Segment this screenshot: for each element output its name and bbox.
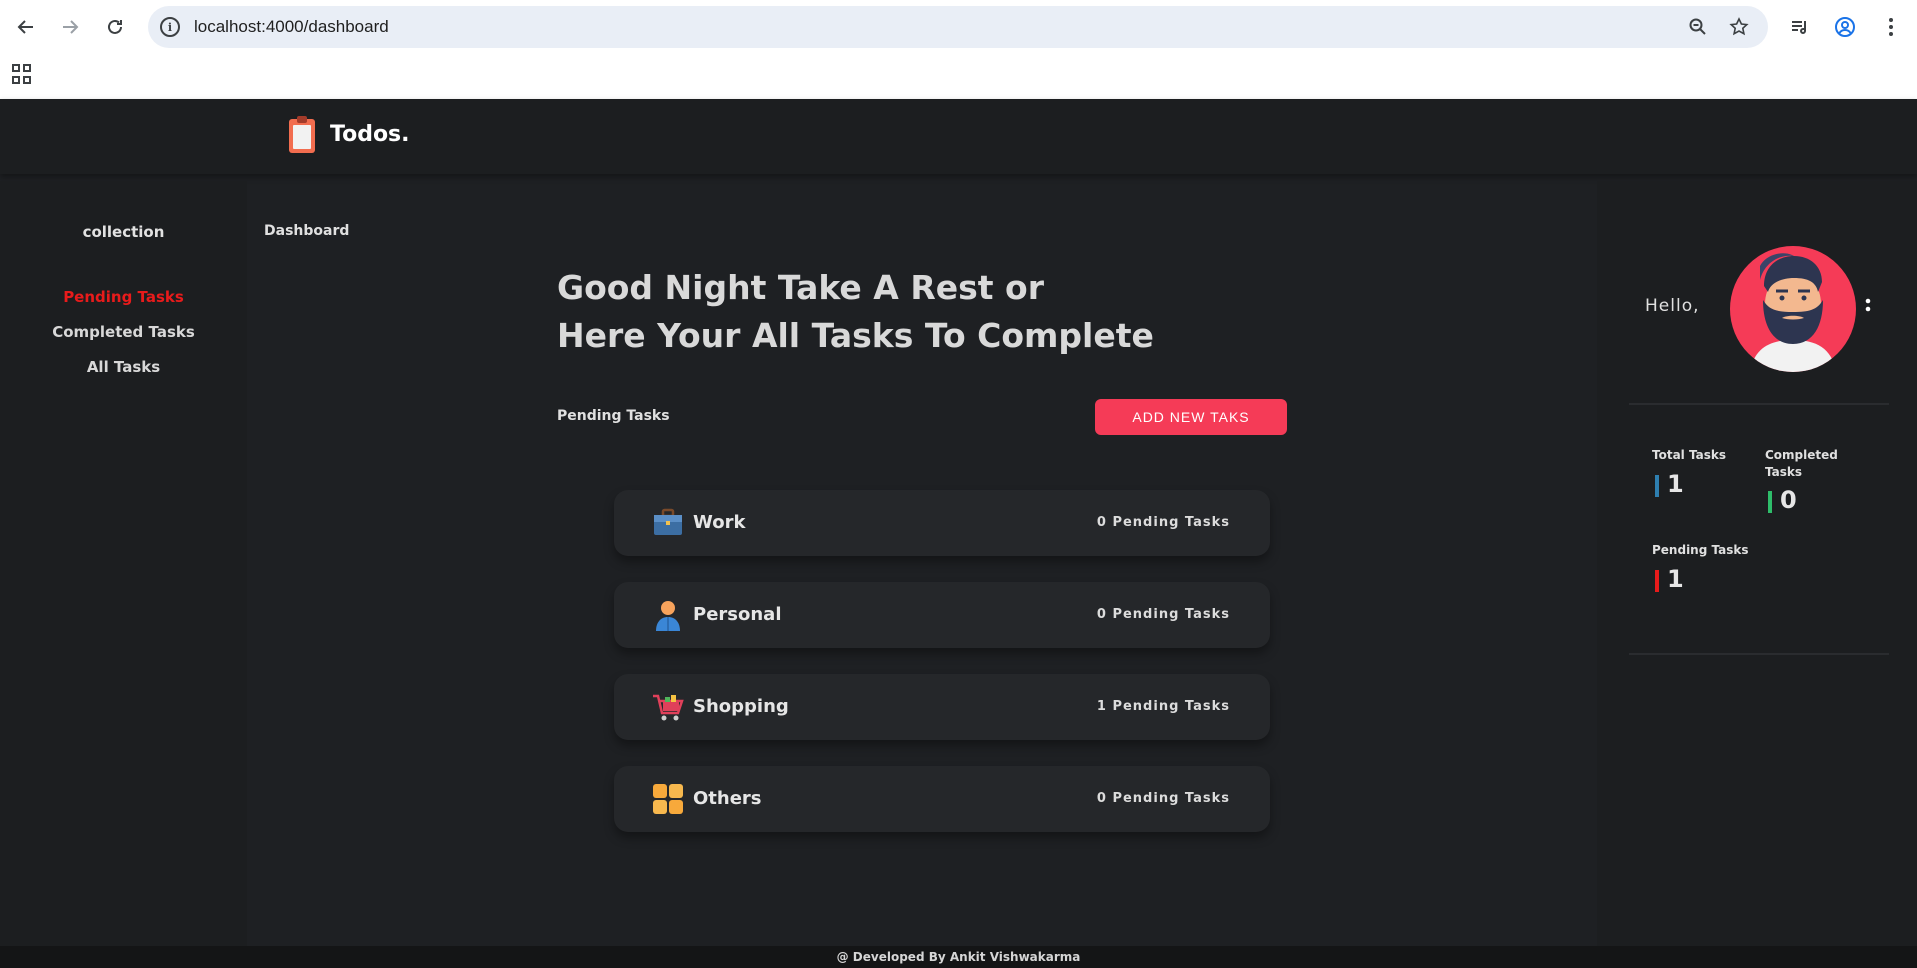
category-count: 0 Pending Tasks (1096, 607, 1230, 622)
briefcase-icon (652, 507, 684, 539)
profile-panel: Hello, Total Tasks 1 Completed Tasks 0 P… (1597, 181, 1917, 946)
reload-icon (108, 19, 122, 34)
apps-grid-icon[interactable] (12, 64, 32, 84)
category-card-shopping[interactable]: Shopping 1 Pending Tasks (614, 674, 1270, 740)
shopping-cart-icon (652, 691, 684, 723)
sidebar-item-pending-tasks[interactable]: Pending Tasks (0, 288, 247, 306)
pending-tasks-bar (1655, 570, 1659, 592)
completed-tasks-value: 0 (1780, 486, 1797, 514)
vertical-dots-icon[interactable] (1865, 297, 1871, 322)
zoom-icon[interactable] (1686, 15, 1710, 39)
star-icon[interactable] (1727, 15, 1751, 39)
category-name: Others (693, 788, 762, 809)
sidebar-title: collection (82, 223, 165, 241)
grid-icon (652, 783, 684, 815)
divider (1629, 653, 1889, 655)
category-name: Shopping (693, 696, 789, 717)
arrow-left-icon (17, 20, 33, 34)
sidebar-item-all-tasks[interactable]: All Tasks (0, 358, 247, 376)
arrow-right-icon (63, 20, 79, 34)
profile-icon[interactable] (1827, 9, 1863, 45)
category-name: Work (693, 512, 746, 533)
url-text[interactable]: localhost:4000/dashboard (194, 17, 389, 37)
kebab-icon[interactable] (1873, 9, 1909, 45)
category-card-work[interactable]: Work 0 Pending Tasks (614, 490, 1270, 556)
category-count: 1 Pending Tasks (1096, 699, 1230, 714)
add-new-task-button[interactable]: ADD NEW TAKS (1095, 399, 1287, 435)
category-name: Personal (693, 604, 782, 625)
hello-text: Hello, (1645, 296, 1700, 316)
category-card-personal[interactable]: Personal 0 Pending Tasks (614, 582, 1270, 648)
sidebar: collection Pending Tasks Completed Tasks… (0, 181, 247, 946)
category-count: 0 Pending Tasks (1096, 515, 1230, 530)
pending-tasks-value: 1 (1667, 565, 1684, 593)
completed-tasks-bar (1768, 491, 1772, 513)
greeting-heading: Good Night Take A Rest or Here Your All … (557, 264, 1177, 360)
category-count: 0 Pending Tasks (1096, 791, 1230, 806)
breadcrumb[interactable]: Dashboard (264, 223, 349, 239)
bookmarks-bar (0, 55, 1917, 99)
browser-toolbar: i localhost:4000/dashboard (0, 0, 1917, 55)
greeting-line-2: Here Your All Tasks To Complete (557, 316, 1154, 355)
total-tasks-bar (1655, 475, 1659, 497)
app-header: Todos. (0, 99, 1917, 174)
back-button[interactable] (8, 9, 44, 45)
person-icon (652, 599, 684, 631)
completed-tasks-label: Completed Tasks (1765, 448, 1838, 479)
sidebar-item-completed-tasks[interactable]: Completed Tasks (0, 323, 247, 341)
address-bar[interactable]: i localhost:4000/dashboard (148, 6, 1768, 48)
total-tasks-value: 1 (1667, 470, 1684, 498)
info-icon[interactable]: i (160, 17, 180, 37)
footer-credit: @ Developed By Ankit Vishwakarma (0, 946, 1917, 968)
bearded-man-avatar[interactable] (1730, 246, 1856, 372)
reload-button[interactable] (97, 9, 133, 45)
total-tasks-label: Total Tasks (1652, 448, 1726, 462)
pending-tasks-label: Pending Tasks (1652, 543, 1749, 557)
divider (1629, 403, 1889, 405)
media-icon[interactable] (1782, 9, 1818, 45)
main-content: Dashboard Good Night Take A Rest or Here… (247, 181, 1597, 946)
brand-title[interactable]: Todos. (330, 122, 410, 147)
category-card-others[interactable]: Others 0 Pending Tasks (614, 766, 1270, 832)
clipboard-icon (289, 116, 315, 153)
greeting-line-1: Good Night Take A Rest or (557, 268, 1044, 307)
forward-button[interactable] (52, 9, 88, 45)
section-label: Pending Tasks (557, 408, 670, 424)
